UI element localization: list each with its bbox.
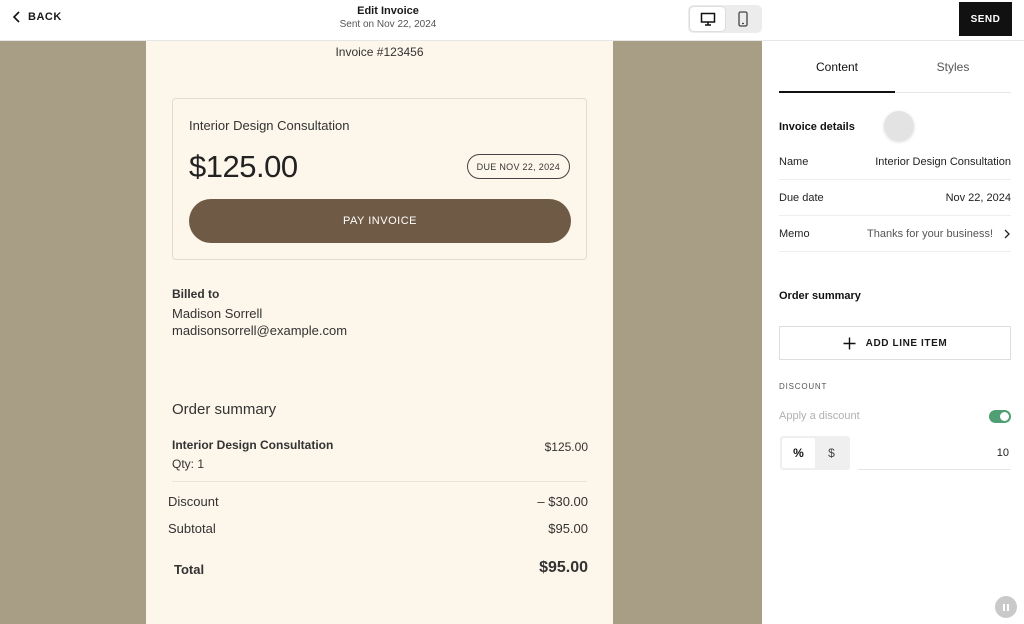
- back-label: BACK: [28, 11, 62, 23]
- settings-panel: Content Styles Invoice details Name Inte…: [762, 41, 1024, 624]
- due-date-field-value: Nov 22, 2024: [945, 191, 1011, 204]
- send-button[interactable]: SEND: [959, 2, 1012, 36]
- pause-icon: [1003, 603, 1005, 611]
- apply-discount-label: Apply a discount: [779, 410, 860, 422]
- name-field-row[interactable]: Name Interior Design Consultation: [779, 144, 1011, 180]
- tab-content[interactable]: Content: [779, 41, 895, 93]
- tab-styles[interactable]: Styles: [895, 41, 1011, 92]
- page-title: Edit Invoice: [357, 5, 419, 17]
- due-date-field-label: Due date: [779, 191, 824, 204]
- billed-to-email: madisonsorrell@example.com: [172, 323, 348, 338]
- pay-invoice-button[interactable]: PAY INVOICE: [189, 199, 571, 243]
- memo-field-label: Memo: [779, 227, 810, 240]
- chevron-left-icon: [12, 11, 20, 23]
- page-title-group: Edit Invoice Sent on Nov 22, 2024: [288, 5, 488, 30]
- panel-tabs: Content Styles: [779, 41, 1011, 93]
- card-item-name: Interior Design Consultation: [189, 118, 350, 133]
- invoice-preview-area: Invoice #123456 Interior Design Consulta…: [0, 41, 762, 624]
- due-date-badge: DUE NOV 22, 2024: [466, 154, 570, 179]
- discount-type-selector: % $: [780, 436, 850, 470]
- discount-caption: DISCOUNT: [779, 382, 828, 391]
- mobile-view-button[interactable]: [725, 7, 760, 31]
- discount-value: – $30.00: [537, 494, 588, 509]
- name-field-value: Interior Design Consultation: [875, 155, 1011, 168]
- memo-field-value: Thanks for your business!: [867, 227, 993, 240]
- total-value: $95.00: [539, 559, 588, 576]
- payment-card: Interior Design Consultation $125.00 DUE…: [172, 98, 587, 260]
- billed-to-name: Madison Sorrell: [172, 306, 263, 321]
- order-summary-title: Order summary: [172, 401, 277, 418]
- card-amount: $125.00: [189, 149, 298, 184]
- add-line-item-label: ADD LINE ITEM: [865, 337, 948, 349]
- line-item-name: Interior Design Consultation: [172, 438, 334, 452]
- discount-amount-input[interactable]: [858, 436, 1011, 470]
- subtotal-value: $95.00: [548, 521, 588, 536]
- due-date-field-row[interactable]: Due date Nov 22, 2024: [779, 180, 1011, 216]
- pause-icon-bar: [1007, 603, 1009, 611]
- invoice-number: Invoice #123456: [335, 45, 424, 59]
- discount-type-percent[interactable]: %: [782, 438, 815, 468]
- memo-field-row[interactable]: Memo Thanks for your business!: [779, 216, 1011, 252]
- plus-icon: [843, 337, 856, 349]
- billed-to-label: Billed to: [172, 287, 220, 301]
- summary-divider: [172, 481, 587, 482]
- desktop-icon: [700, 12, 715, 26]
- drag-cursor-indicator: [884, 111, 914, 141]
- invoice-details-title: Invoice details: [779, 121, 855, 133]
- top-bar: BACK Edit Invoice Sent on Nov 22, 2024 S…: [0, 0, 1024, 41]
- mobile-icon: [737, 11, 748, 27]
- discount-type-dollar[interactable]: $: [815, 438, 848, 468]
- discount-label: Discount: [168, 494, 219, 509]
- invoice-paper: Invoice #123456 Interior Design Consulta…: [146, 41, 613, 624]
- total-label: Total: [174, 562, 205, 577]
- discount-toggle[interactable]: [989, 410, 1011, 423]
- memo-field-right: Thanks for your business!: [867, 228, 1011, 240]
- order-summary-panel-title: Order summary: [779, 290, 861, 302]
- back-button[interactable]: BACK: [12, 11, 62, 23]
- pause-button[interactable]: [995, 596, 1017, 618]
- chevron-right-icon: [1004, 229, 1010, 238]
- page-subtitle: Sent on Nov 22, 2024: [339, 19, 437, 30]
- line-item-qty: Qty: 1: [172, 457, 205, 471]
- desktop-view-button[interactable]: [690, 7, 725, 31]
- add-line-item-button[interactable]: ADD LINE ITEM: [779, 326, 1011, 360]
- name-field-label: Name: [779, 155, 809, 168]
- device-toggle: [688, 5, 762, 33]
- subtotal-label: Subtotal: [168, 521, 216, 536]
- line-item-price: $125.00: [544, 440, 588, 454]
